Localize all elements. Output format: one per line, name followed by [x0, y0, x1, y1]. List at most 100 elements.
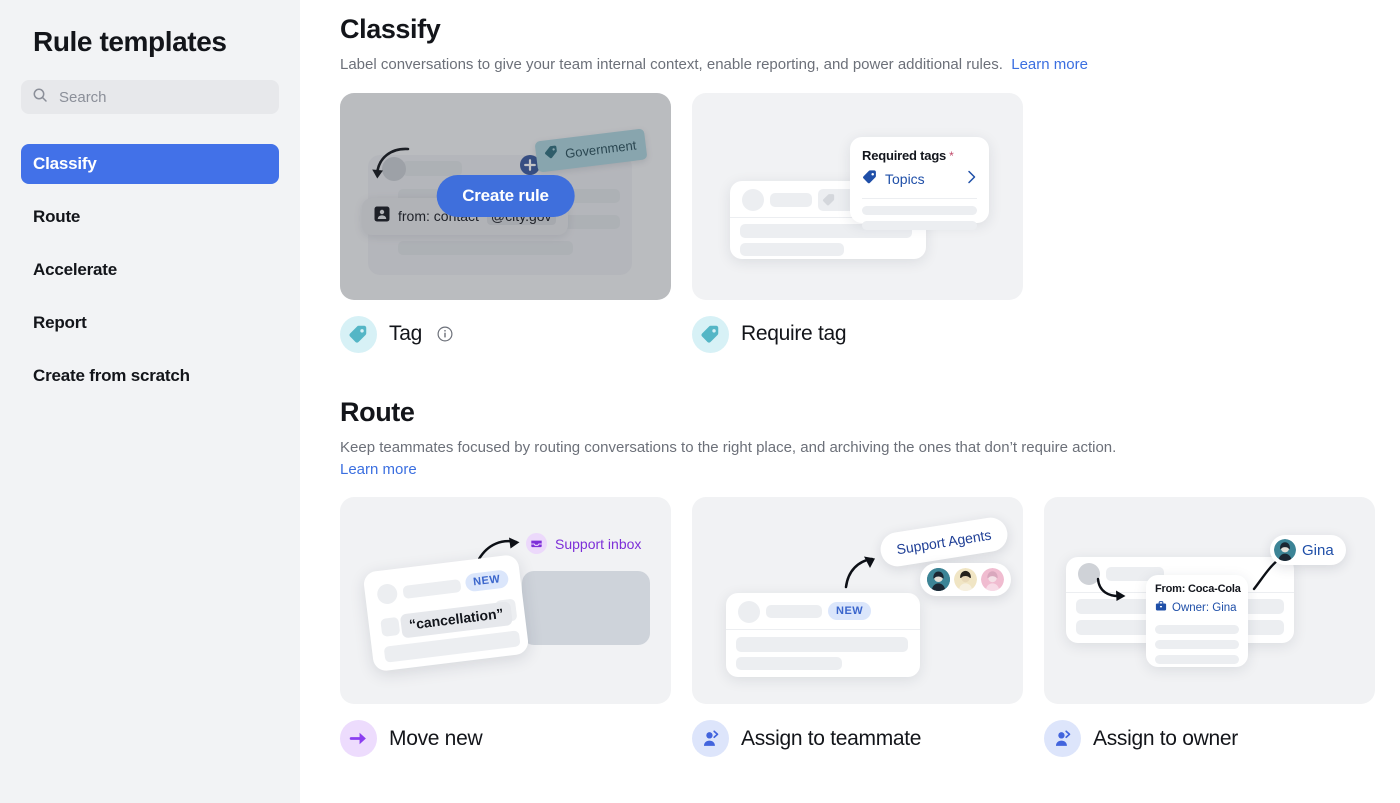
- art-support-inbox-pill: Support inbox: [526, 533, 642, 555]
- art-skeleton-line: [770, 192, 812, 207]
- template-card-assign-to-teammate[interactable]: NEW Support Agents Assign to teammate: [692, 497, 1023, 758]
- sidebar-item-label: Create from scratch: [33, 366, 190, 385]
- template-card-assign-to-owner[interactable]: From: Coca-Cola Owner: Gina Gina Assign …: [1044, 497, 1375, 758]
- template-card-require-tag[interactable]: Required tags * Topics Require tag: [692, 92, 1023, 353]
- tag-icon: [692, 315, 729, 353]
- art-arrow-icon: [844, 555, 878, 594]
- art-popover-row: Topics: [862, 169, 977, 190]
- art-conversation-card: NEW “cancellation”: [362, 554, 530, 673]
- art-owner-row: Owner: Gina: [1155, 599, 1239, 617]
- card-art-tag[interactable]: Government from: contact Create rule: [340, 92, 671, 300]
- art-avatar-placeholder: [742, 188, 764, 211]
- card-title: Tag: [389, 322, 422, 346]
- card-title: Move new: [389, 726, 483, 750]
- sidebar-item-route[interactable]: Route: [21, 197, 279, 237]
- card-title: Require tag: [741, 322, 847, 346]
- sidebar-item-label: Accelerate: [33, 260, 118, 279]
- card-art-require-tag[interactable]: Required tags * Topics: [692, 92, 1023, 300]
- art-skeleton-line: [1155, 625, 1239, 635]
- sidebar-item-accelerate[interactable]: Accelerate: [21, 250, 279, 290]
- card-title: Assign to teammate: [741, 726, 922, 750]
- tag-icon: [543, 144, 560, 166]
- art-support-inbox-label: Support inbox: [555, 535, 642, 552]
- card-label-assign-to-owner: Assign to owner: [1044, 720, 1375, 758]
- contact-icon: [374, 206, 390, 227]
- briefcase-icon: [1155, 599, 1167, 617]
- section-description-text: Label conversations to give your team in…: [340, 56, 1003, 73]
- card-art-assign-to-teammate[interactable]: NEW Support Agents: [692, 497, 1023, 705]
- art-owner-pill: Gina: [1270, 535, 1346, 566]
- art-required-tags-popover: Required tags * Topics: [850, 136, 989, 230]
- art-arrow-icon: [368, 145, 414, 196]
- card-label-move-new: Move new: [340, 720, 671, 758]
- art-arrow-icon: [1096, 577, 1132, 608]
- art-skeleton-line: [862, 205, 977, 215]
- section-description-text: Keep teammates focused by routing conver…: [340, 438, 1117, 456]
- inbox-icon: [526, 533, 547, 555]
- sidebar-item-label: Classify: [33, 154, 97, 173]
- assign-person-icon: [692, 720, 729, 758]
- art-skeleton-line: [766, 605, 822, 619]
- section-title-route: Route: [340, 396, 415, 427]
- art-support-agents-pill: Support Agents: [878, 515, 1010, 570]
- info-icon[interactable]: [437, 326, 453, 342]
- sidebar-nav: Classify Route Accelerate Report Create …: [21, 144, 279, 396]
- template-card-move-new[interactable]: Support inbox NEW “cancellation” Move ne…: [340, 497, 671, 758]
- art-avatar-placeholder: [382, 156, 406, 181]
- section-title-classify: Classify: [340, 14, 441, 44]
- assign-person-icon: [1044, 720, 1081, 758]
- classify-card-grid: Government from: contact Create rule Tag…: [340, 92, 1370, 353]
- art-tag-chip-government: Government: [534, 128, 648, 173]
- avatar-pink: [981, 568, 1004, 592]
- art-support-agents-label: Support Agents: [895, 526, 993, 558]
- art-skeleton-line: [736, 637, 908, 653]
- art-popover-row-label: Topics: [885, 171, 925, 188]
- art-skeleton-line: [402, 160, 462, 176]
- art-from-label: From: Coca-Cola: [1155, 583, 1241, 596]
- avatar-teal: [927, 568, 950, 592]
- sidebar-item-label: Route: [33, 207, 81, 226]
- card-title: Assign to owner: [1093, 726, 1238, 750]
- card-label-require-tag: Require tag: [692, 315, 1023, 353]
- create-rule-button[interactable]: Create rule: [436, 175, 575, 218]
- badge-new: NEW: [828, 602, 872, 621]
- search-input[interactable]: [57, 87, 268, 107]
- arrow-right-icon: [340, 720, 377, 758]
- avatar-cream: [954, 568, 977, 592]
- tag-icon: [822, 193, 836, 212]
- art-avatar-placeholder: [376, 583, 399, 606]
- sidebar-item-create-from-scratch[interactable]: Create from scratch: [21, 356, 279, 396]
- chevron-right-icon: [967, 170, 977, 189]
- art-skeleton-line: [402, 579, 462, 600]
- card-label-tag: Tag: [340, 315, 671, 353]
- card-art-assign-to-owner[interactable]: From: Coca-Cola Owner: Gina Gina: [1044, 497, 1375, 705]
- learn-more-link-route[interactable]: Learn more: [340, 461, 417, 478]
- search-box[interactable]: [21, 80, 279, 114]
- art-owner-popover: From: Coca-Cola Owner: Gina: [1146, 575, 1248, 668]
- sidebar: Rule templates Classify Route Accelerate: [0, 0, 300, 803]
- art-target-panel: [522, 571, 650, 646]
- avatar-teal: [1274, 539, 1296, 562]
- art-divider: [726, 629, 920, 631]
- section-description-classify: Label conversations to give your team in…: [340, 54, 1325, 76]
- sidebar-item-report[interactable]: Report: [21, 303, 279, 343]
- art-tag-chip-label: Government: [564, 136, 638, 161]
- art-avatar-group: [920, 563, 1011, 597]
- art-skeleton-line: [1155, 655, 1239, 665]
- sidebar-item-label: Report: [33, 313, 87, 332]
- art-owner-pill-label: Gina: [1302, 541, 1334, 559]
- route-card-grid: Support inbox NEW “cancellation” Move ne…: [340, 497, 1375, 758]
- art-skeleton-line: [736, 657, 842, 671]
- art-quote-text: “cancellation”: [408, 605, 505, 633]
- badge-new: NEW: [464, 569, 510, 593]
- sidebar-item-classify[interactable]: Classify: [21, 144, 279, 184]
- art-skeleton-line: [740, 242, 844, 256]
- template-card-tag[interactable]: Government from: contact Create rule Tag: [340, 92, 671, 353]
- card-art-move-new[interactable]: Support inbox NEW “cancellation”: [340, 497, 671, 705]
- learn-more-link-classify[interactable]: Learn more: [1011, 56, 1088, 73]
- section-description-route: Keep teammates focused by routing conver…: [340, 437, 1325, 481]
- art-owner-label: Owner: Gina: [1172, 602, 1237, 615]
- art-skeleton-line: [398, 240, 573, 255]
- page-title: Rule templates: [33, 26, 227, 57]
- card-label-assign-to-teammate: Assign to teammate: [692, 720, 1023, 758]
